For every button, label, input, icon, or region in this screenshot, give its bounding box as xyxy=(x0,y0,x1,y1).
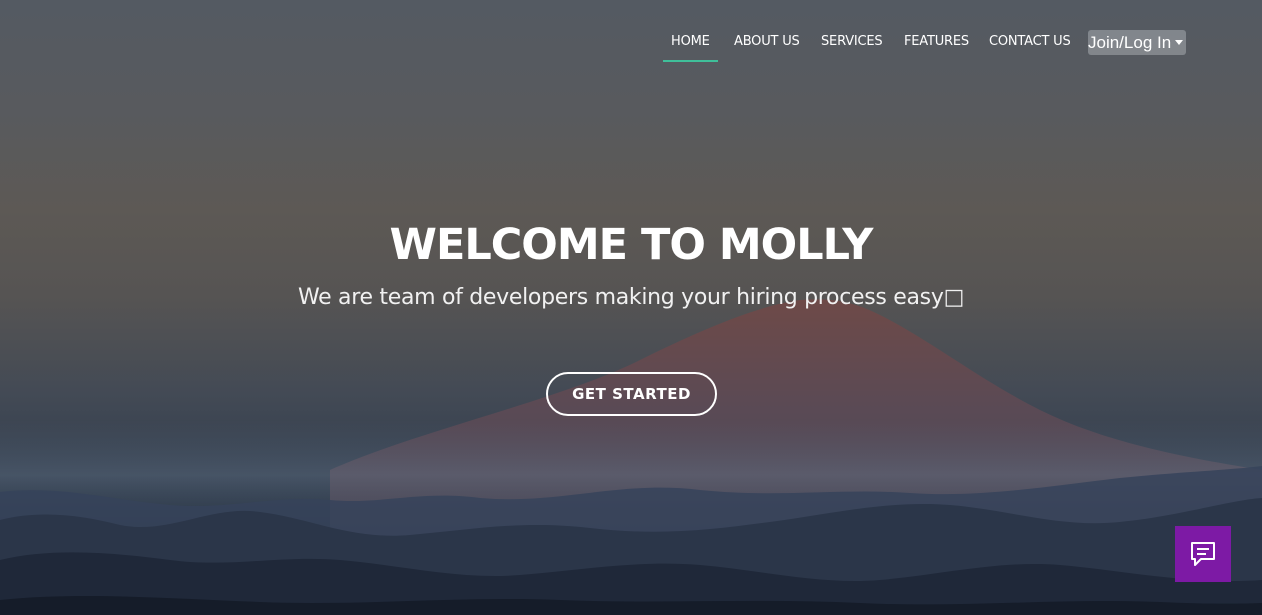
nav-item-services[interactable]: SERVICES xyxy=(821,34,883,49)
top-navigation: HOME ABOUT US SERVICES FEATURES CONTACT … xyxy=(0,28,1262,64)
hero-section: HOME ABOUT US SERVICES FEATURES CONTACT … xyxy=(0,0,1262,615)
get-started-button[interactable]: GET STARTED xyxy=(546,372,717,416)
hero-subtitle: We are team of developers making your hi… xyxy=(297,285,965,310)
caret-down-icon xyxy=(1175,40,1183,45)
hero-title: WELCOME TO MOLLY xyxy=(389,220,874,270)
nav-item-home[interactable]: HOME xyxy=(663,34,718,62)
chat-bubble-icon xyxy=(1191,542,1215,566)
nav-item-contact-us[interactable]: CONTACT US xyxy=(989,34,1071,49)
nav-item-about-us[interactable]: ABOUT US xyxy=(734,34,800,49)
join-login-dropdown[interactable]: Join/Log In xyxy=(1088,30,1186,55)
chat-widget-button[interactable] xyxy=(1175,526,1231,582)
join-login-label: Join/Log In xyxy=(1088,33,1172,52)
nav-item-features[interactable]: FEATURES xyxy=(904,34,969,49)
